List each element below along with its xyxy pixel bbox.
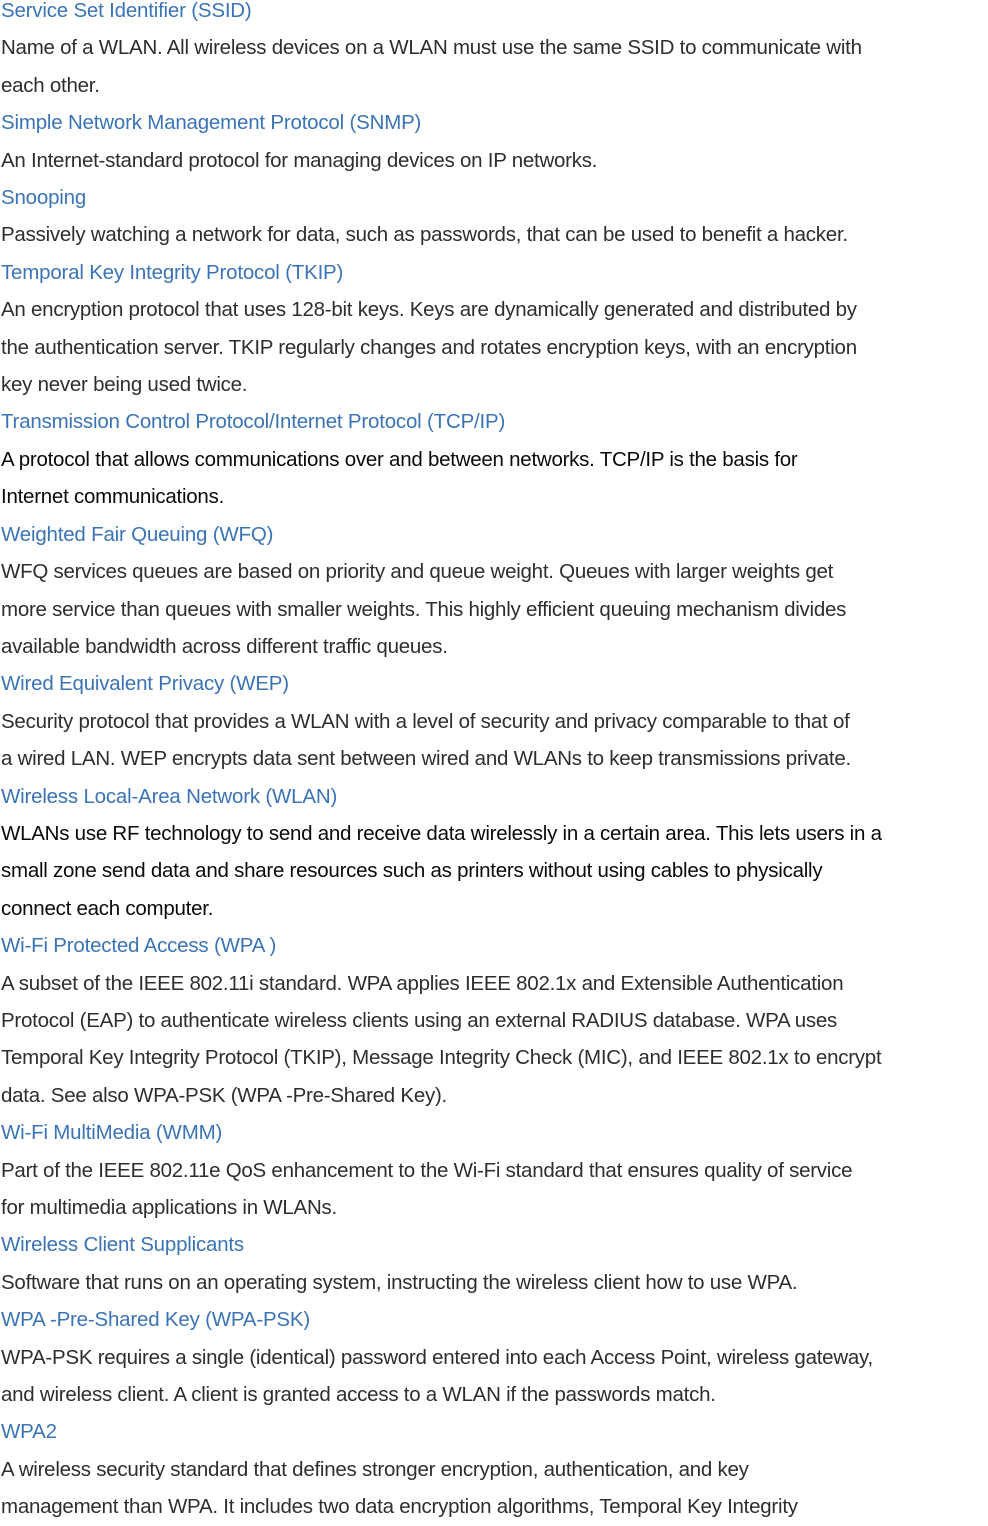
definition-line: A wireless security standard that define… [1,1457,749,1481]
glossary-term-tcp-ip: Transmission Control Protocol/Internet P… [1,410,506,434]
glossary-definition-tkip: An encryption protocol that uses 128-bit… [1,291,988,403]
definition-line: A protocol that allows communications ov… [1,447,798,471]
glossary-definition-wfq: WFQ services queues are based on priorit… [1,553,988,665]
definition-line: Passively watching a network for data, s… [1,223,848,247]
glossary-term-wpa-psk: WPA -Pre-Shared Key (WPA-PSK) [1,1308,310,1332]
definition-line: and wireless client. A client is granted… [1,1383,716,1407]
glossary-definition-wpa: A subset of the IEEE 802.11i standard. W… [1,965,988,1115]
definition-line: Protocol (EAP) to authenticate wireless … [1,1008,838,1032]
definition-line: WPA-PSK requires a single (identical) pa… [1,1345,873,1369]
definition-line: available bandwidth across different tra… [1,634,448,658]
glossary-term-snmp: Simple Network Management Protocol (SNMP… [1,111,422,135]
glossary-page: Service Set Identifier (SSID) Name of a … [0,0,988,1526]
glossary-definition-snooping: Passively watching a network for data, s… [1,216,988,253]
glossary-definition-wireless-client-supplicants: Software that runs on an operating syste… [1,1264,988,1301]
glossary-definition-wmm: Part of the IEEE 802.11e QoS enhancement… [1,1152,988,1227]
glossary-definition-wep: Security protocol that provides a WLAN w… [1,703,988,778]
definition-line: a wired LAN. WEP encrypts data sent betw… [1,747,851,771]
definition-line: WFQ services queues are based on priorit… [1,560,834,584]
definition-line: key never being used twice. [1,373,248,397]
glossary-definition-wpa2: A wireless security standard that define… [1,1451,988,1526]
definition-line: An Internet-standard protocol for managi… [1,148,598,172]
definition-line: WLANs use RF technology to send and rece… [1,821,882,845]
definition-line: Internet communications. [1,485,225,509]
glossary-term-wlan: Wireless Local-Area Network (WLAN) [1,784,338,808]
definition-line: An encryption protocol that uses 128-bit… [1,298,857,322]
definition-line: Security protocol that provides a WLAN w… [1,709,850,733]
glossary-definition-wpa-psk: WPA-PSK requires a single (identical) pa… [1,1339,988,1414]
definition-line: A subset of the IEEE 802.11i standard. W… [1,971,844,995]
definition-line: Temporal Key Integrity Protocol (TKIP), … [1,1046,882,1070]
definition-line: Part of the IEEE 802.11e QoS enhancement… [1,1158,853,1182]
glossary-term-tkip: Temporal Key Integrity Protocol (TKIP) [1,260,344,284]
glossary-term-ssid: Service Set Identifier (SSID) [1,0,252,22]
definition-line: the authentication server. TKIP regularl… [1,335,857,359]
definition-line: Name of a WLAN. All wireless devices on … [1,36,862,60]
glossary-term-snooping: Snooping [1,186,87,210]
definition-line: management than WPA. It includes two dat… [1,1495,798,1519]
glossary-term-wep: Wired Equivalent Privacy (WEP) [1,672,289,696]
definition-line: connect each computer. [1,896,214,920]
definition-line: more service than queues with smaller we… [1,597,847,621]
glossary-term-wmm: Wi-Fi MultiMedia (WMM) [1,1121,223,1145]
glossary-term-wpa2: WPA2 [1,1420,57,1444]
definition-line: each other. [1,73,100,97]
definition-line: small zone send data and share resources… [1,859,823,883]
glossary-definition-ssid: Name of a WLAN. All wireless devices on … [1,29,988,104]
glossary-definition-wlan: WLANs use RF technology to send and rece… [1,815,988,927]
glossary-term-wfq: Weighted Fair Queuing (WFQ) [1,522,274,546]
glossary-definition-tcp-ip: A protocol that allows communications ov… [1,441,988,516]
glossary-term-wpa: Wi-Fi Protected Access (WPA ) [1,934,277,958]
definition-line: for multimedia applications in WLANs. [1,1196,337,1219]
definition-line: Software that runs on an operating syste… [1,1270,798,1294]
glossary-definition-snmp: An Internet-standard protocol for managi… [1,142,988,179]
glossary-term-wireless-client-supplicants: Wireless Client Supplicants [1,1233,244,1257]
definition-line: data. See also WPA-PSK (WPA -Pre-Shared … [1,1083,447,1107]
